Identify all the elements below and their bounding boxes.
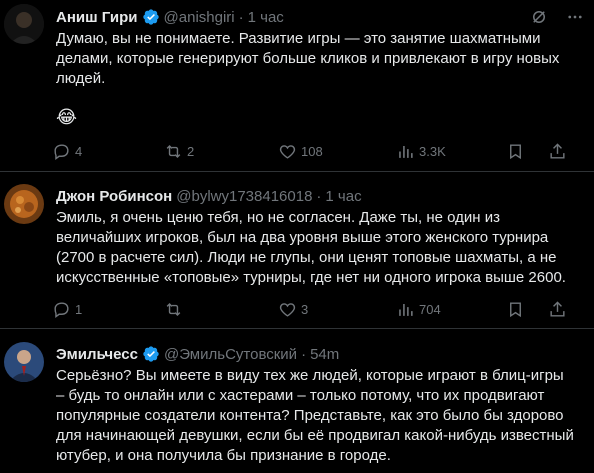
heart-icon bbox=[279, 302, 296, 317]
reply-button[interactable]: 1 bbox=[52, 300, 164, 319]
reply-icon bbox=[54, 301, 69, 318]
bookmark-button[interactable] bbox=[506, 142, 548, 161]
avatar[interactable] bbox=[4, 184, 44, 224]
bookmark-icon bbox=[510, 143, 521, 159]
avatar[interactable] bbox=[4, 342, 44, 382]
tweet-header: Эмильчесс @ЭмильСутовский · 54m bbox=[56, 344, 339, 364]
user-handle[interactable]: @anishgiri bbox=[164, 9, 235, 26]
views-chart-icon bbox=[399, 145, 413, 158]
share-button[interactable] bbox=[548, 142, 567, 161]
separator-dot: · bbox=[238, 8, 244, 26]
tweet-emoji: 😂 bbox=[56, 107, 78, 127]
repost-button[interactable] bbox=[164, 300, 278, 319]
like-count: 3 bbox=[301, 301, 309, 317]
reply-count: 1 bbox=[75, 301, 83, 317]
user-handle[interactable]: @bylwy1738416018 bbox=[176, 188, 312, 205]
tweet-emilchess[interactable]: Эмильчесс @ЭмильСутовский · 54m Серьёзно… bbox=[0, 330, 594, 473]
tweet-actions: 1 3 704 bbox=[52, 297, 578, 321]
tweet-actions: 4 2 108 3.3K bbox=[52, 139, 578, 163]
avatar-image bbox=[4, 4, 44, 44]
tweet-anish-giri[interactable]: Аниш Гири @anishgiri · 1 час Думаю, вы н… bbox=[0, 0, 594, 172]
avatar-image bbox=[4, 184, 44, 224]
display-name[interactable]: Аниш Гири bbox=[56, 9, 138, 26]
repost-count: 2 bbox=[187, 143, 195, 159]
views-count: 704 bbox=[419, 301, 441, 317]
avatar-image bbox=[4, 342, 44, 382]
avatar[interactable] bbox=[4, 4, 44, 44]
share-button[interactable] bbox=[548, 300, 567, 319]
bookmark-button[interactable] bbox=[506, 300, 548, 319]
heart-icon bbox=[279, 144, 296, 159]
views-button[interactable]: 3.3K bbox=[396, 142, 506, 161]
views-chart-icon bbox=[399, 303, 413, 316]
reply-button[interactable]: 4 bbox=[52, 142, 164, 161]
user-handle[interactable]: @ЭмильСутовский bbox=[164, 346, 297, 363]
timestamp[interactable]: 1 час bbox=[325, 188, 361, 205]
reply-icon bbox=[54, 143, 69, 160]
share-icon bbox=[550, 300, 565, 317]
separator-dot: · bbox=[316, 187, 322, 205]
repost-button[interactable]: 2 bbox=[164, 142, 278, 161]
tweet-header: Джон Робинсон @bylwy1738416018 · 1 час bbox=[56, 186, 362, 206]
reply-count: 4 bbox=[75, 143, 83, 159]
repost-icon bbox=[166, 302, 181, 316]
verified-badge-icon bbox=[142, 8, 160, 26]
bookmark-icon bbox=[510, 301, 521, 317]
tweet-text: Серьёзно? Вы имеете в виду тех же людей,… bbox=[56, 367, 574, 464]
timestamp[interactable]: 1 час bbox=[248, 9, 284, 26]
more-options-icon[interactable] bbox=[566, 8, 584, 31]
timestamp[interactable]: 54m bbox=[310, 346, 339, 363]
tweet-text: Эмиль, я очень ценю тебя, но не согласен… bbox=[56, 209, 566, 286]
verified-badge-icon bbox=[142, 345, 160, 363]
like-button[interactable]: 108 bbox=[278, 142, 396, 161]
views-button[interactable]: 704 bbox=[396, 300, 506, 319]
tweet-text: Думаю, вы не понимаете. Развитие игры — … bbox=[56, 30, 560, 87]
views-count: 3.3K bbox=[419, 143, 446, 159]
tweet-john-robinson[interactable]: Джон Робинсон @bylwy1738416018 · 1 час Э… bbox=[0, 172, 594, 329]
like-button[interactable]: 3 bbox=[278, 300, 396, 319]
grok-icon[interactable] bbox=[530, 8, 548, 31]
share-icon bbox=[550, 142, 565, 159]
tweet-top-actions bbox=[530, 8, 584, 31]
like-count: 108 bbox=[301, 143, 323, 159]
display-name[interactable]: Эмильчесс bbox=[56, 346, 138, 363]
tweet-header: Аниш Гири @anishgiri · 1 час bbox=[56, 7, 284, 27]
separator-dot: · bbox=[301, 345, 307, 363]
repost-icon bbox=[166, 144, 181, 158]
display-name[interactable]: Джон Робинсон bbox=[56, 188, 172, 205]
